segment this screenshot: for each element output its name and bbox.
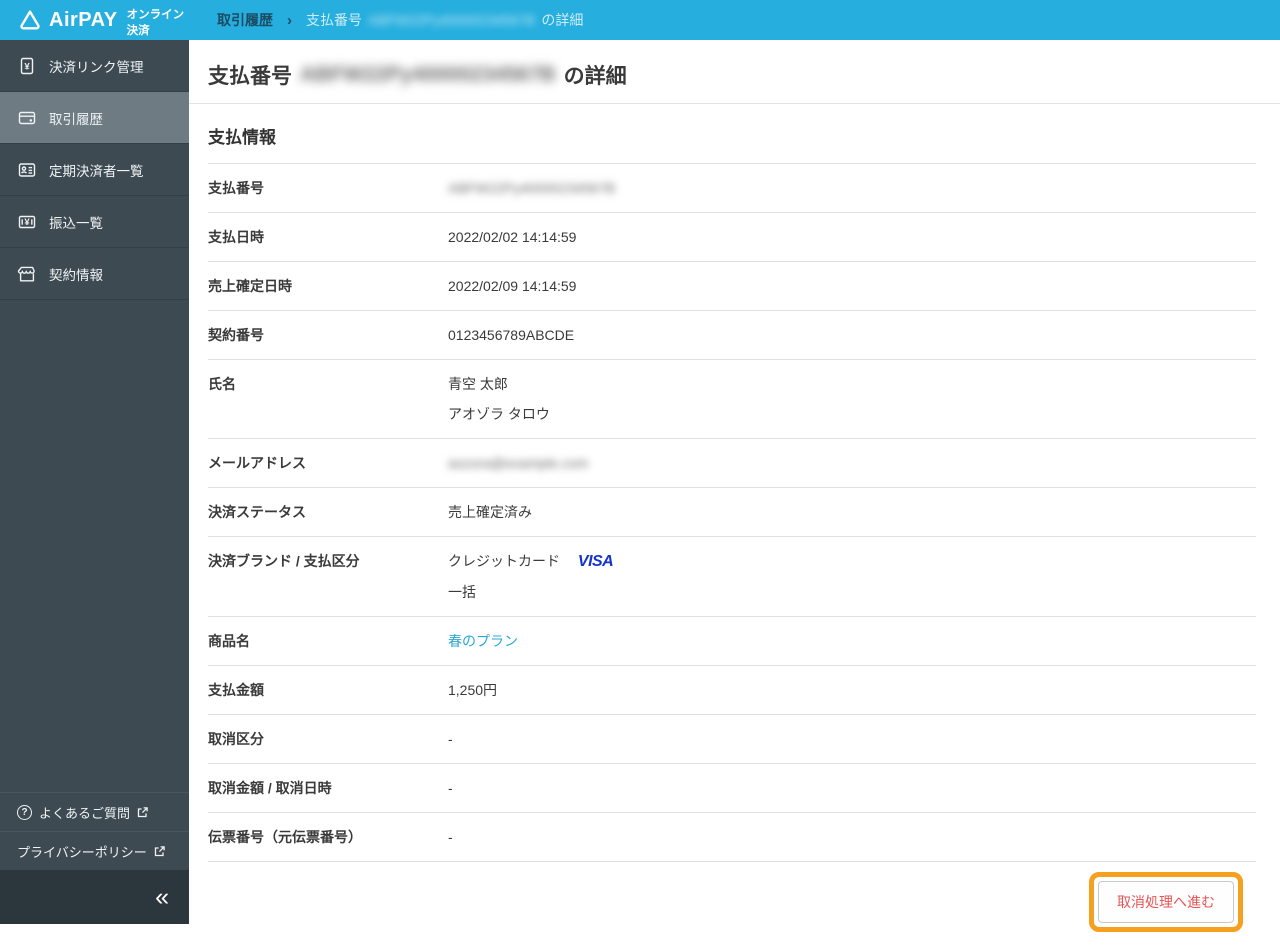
row-value: - bbox=[448, 829, 453, 845]
app-header: AirPAY オンライン決済 取引履歴 › 支払番号 ABFW22Py400002… bbox=[0, 0, 1280, 40]
row-label: 商品名 bbox=[208, 633, 250, 649]
section-title: 支払情報 bbox=[208, 128, 276, 147]
external-link-icon bbox=[153, 845, 166, 858]
row-value: - bbox=[448, 780, 453, 796]
page-title-block: 支払番号 ABFW22Py40000234567B の詳細 bbox=[189, 40, 1280, 104]
breadcrumb-parent-link[interactable]: 取引履歴 bbox=[217, 10, 273, 30]
row-label: メールアドレス bbox=[208, 455, 306, 471]
row-label: 取消区分 bbox=[208, 731, 264, 747]
card-type-text: クレジットカード bbox=[448, 553, 560, 569]
customer-name-kana: アオゾラ タロウ bbox=[448, 406, 550, 422]
svg-text:¥: ¥ bbox=[24, 217, 30, 228]
row-label: 伝票番号（元伝票番号） bbox=[208, 829, 362, 845]
sidebar-item-label: 取引履歴 bbox=[49, 111, 103, 127]
page-title-suffix: の詳細 bbox=[563, 65, 627, 88]
sidebar-item-transaction-history[interactable]: 取引履歴 bbox=[0, 92, 189, 144]
id-card-icon bbox=[17, 160, 37, 180]
page-title-masked-id: ABFW22Py40000234567B bbox=[300, 63, 556, 86]
customer-name: 青空 太郎 bbox=[448, 376, 508, 392]
installment-type: 一括 bbox=[448, 584, 476, 600]
table-row-payment-status: 決済ステータス 売上確定済み bbox=[208, 487, 1256, 536]
actions-bar: 取消処理へ進む bbox=[208, 862, 1256, 952]
table-row-payment-datetime: 支払日時 2022/02/02 14:14:59 bbox=[208, 212, 1256, 261]
table-row-product-name: 商品名 春のプラン bbox=[208, 616, 1256, 665]
proceed-to-cancel-button[interactable]: 取消処理へ進む bbox=[1098, 881, 1234, 923]
sidebar-privacy-policy-link[interactable]: プライバシーポリシー bbox=[0, 831, 189, 870]
table-row-email: メールアドレス aozora@example.com bbox=[208, 438, 1256, 487]
sidebar-item-recurring-payers[interactable]: 定期決済者一覧 bbox=[0, 144, 189, 196]
row-label: 氏名 bbox=[208, 376, 236, 392]
row-value: 2022/02/09 14:14:59 bbox=[448, 278, 577, 294]
privacy-policy-label: プライバシーポリシー bbox=[17, 844, 147, 860]
row-value: - bbox=[448, 731, 453, 747]
sidebar-faq-link[interactable]: ? よくあるご質問 bbox=[0, 792, 189, 831]
visa-logo: VISA bbox=[577, 553, 614, 570]
brand-tagline: オンライン決済 bbox=[126, 8, 185, 37]
payment-link-document-icon: ¥ bbox=[17, 56, 37, 76]
status-value: 売上確定済み bbox=[448, 504, 532, 520]
sidebar-item-label: 定期決済者一覧 bbox=[49, 163, 144, 179]
breadcrumb: 取引履歴 › 支払番号 ABFW22Py40000234567B の詳細 bbox=[217, 10, 583, 30]
sidebar-item-payment-links[interactable]: ¥ 決済リンク管理 bbox=[0, 40, 189, 92]
breadcrumb-separator-icon: › bbox=[287, 11, 292, 29]
main-content: 支払番号 ABFW22Py40000234567B の詳細 支払情報 支払番号 AB… bbox=[189, 40, 1280, 932]
brand-logo[interactable]: AirPAY オンライン決済 bbox=[0, 3, 189, 38]
breadcrumb-current-suffix: の詳細 bbox=[541, 12, 584, 28]
tutorial-highlight-ring: 取消処理へ進む bbox=[1089, 872, 1243, 932]
row-label: 支払番号 bbox=[208, 180, 264, 196]
row-value: 青空 太郎 アオゾラ タロウ bbox=[448, 374, 550, 424]
payment-info-section: 支払情報 支払番号 ABFW22Py40000234567B 支払日時 2022… bbox=[208, 123, 1256, 952]
table-row-contract-number: 契約番号 0123456789ABCDE bbox=[208, 310, 1256, 359]
sidebar-item-label: 決済リンク管理 bbox=[49, 59, 144, 75]
row-label: 決済ブランド / 支払区分 bbox=[208, 553, 360, 569]
sidebar-collapse-button[interactable]: « bbox=[0, 870, 189, 924]
table-row-brand-and-installments: 決済ブランド / 支払区分 クレジットカード VISA 一括 bbox=[208, 536, 1256, 616]
airpay-triangle-icon bbox=[18, 8, 42, 32]
page-title: 支払番号 ABFW22Py40000234567B の詳細 bbox=[208, 60, 1256, 90]
banknote-yen-icon: ¥ bbox=[17, 212, 37, 232]
row-value: 1,250円 bbox=[448, 682, 498, 698]
table-row-cancel-amount-datetime: 取消金額 / 取消日時 - bbox=[208, 763, 1256, 812]
sidebar-item-contract-info[interactable]: 契約情報 bbox=[0, 248, 189, 300]
table-row-slip-number: 伝票番号（元伝票番号） - bbox=[208, 812, 1256, 861]
row-label: 取消金額 / 取消日時 bbox=[208, 780, 332, 796]
masked-email: aozora@example.com bbox=[448, 455, 589, 471]
sidebar-item-label: 振込一覧 bbox=[49, 215, 103, 231]
collapse-chevrons-icon: « bbox=[155, 882, 169, 911]
table-row-payment-number: 支払番号 ABFW22Py40000234567B bbox=[208, 163, 1256, 212]
sidebar-item-label: 契約情報 bbox=[49, 267, 103, 283]
row-label: 決済ステータス bbox=[208, 504, 306, 520]
row-value: 0123456789ABCDE bbox=[448, 327, 575, 343]
sidebar-item-transfers[interactable]: ¥ 振込一覧 bbox=[0, 196, 189, 248]
sidebar: ¥ 決済リンク管理 取引履歴 定期決済者一覧 ¥ 振込一覧 契約情報 ? よくあ… bbox=[0, 40, 189, 924]
table-row-customer-name: 氏名 青空 太郎 アオゾラ タロウ bbox=[208, 359, 1256, 438]
page-title-prefix: 支払番号 bbox=[208, 65, 292, 88]
faq-label: よくあるご質問 bbox=[39, 805, 131, 821]
question-icon: ? bbox=[17, 804, 32, 820]
row-label: 売上確定日時 bbox=[208, 278, 292, 294]
masked-payment-number: ABFW22Py40000234567B bbox=[448, 180, 616, 196]
breadcrumb-current-prefix: 支払番号 bbox=[306, 12, 362, 28]
row-label: 契約番号 bbox=[208, 327, 264, 343]
row-value: クレジットカード VISA 一括 bbox=[448, 551, 614, 602]
external-link-icon bbox=[136, 806, 149, 819]
row-label: 支払日時 bbox=[208, 229, 264, 245]
table-row-sales-confirm-datetime: 売上確定日時 2022/02/09 14:14:59 bbox=[208, 261, 1256, 310]
svg-text:¥: ¥ bbox=[24, 61, 30, 72]
table-row-cancel-type: 取消区分 - bbox=[208, 714, 1256, 763]
question-glyph: ? bbox=[21, 806, 28, 818]
credit-card-icon bbox=[17, 108, 37, 128]
brand-name: AirPAY bbox=[49, 8, 118, 31]
row-value: 2022/02/02 14:14:59 bbox=[448, 229, 577, 245]
row-label: 支払金額 bbox=[208, 682, 264, 698]
product-name-link[interactable]: 春のプラン bbox=[448, 633, 518, 649]
table-row-payment-amount: 支払金額 1,250円 bbox=[208, 665, 1256, 714]
breadcrumb-masked-id: ABFW22Py40000234567B bbox=[368, 12, 536, 28]
storefront-icon bbox=[17, 264, 37, 284]
breadcrumb-current: 支払番号 ABFW22Py40000234567B の詳細 bbox=[306, 10, 583, 30]
payment-detail-table: 支払番号 ABFW22Py40000234567B 支払日時 2022/02/0… bbox=[208, 163, 1256, 862]
